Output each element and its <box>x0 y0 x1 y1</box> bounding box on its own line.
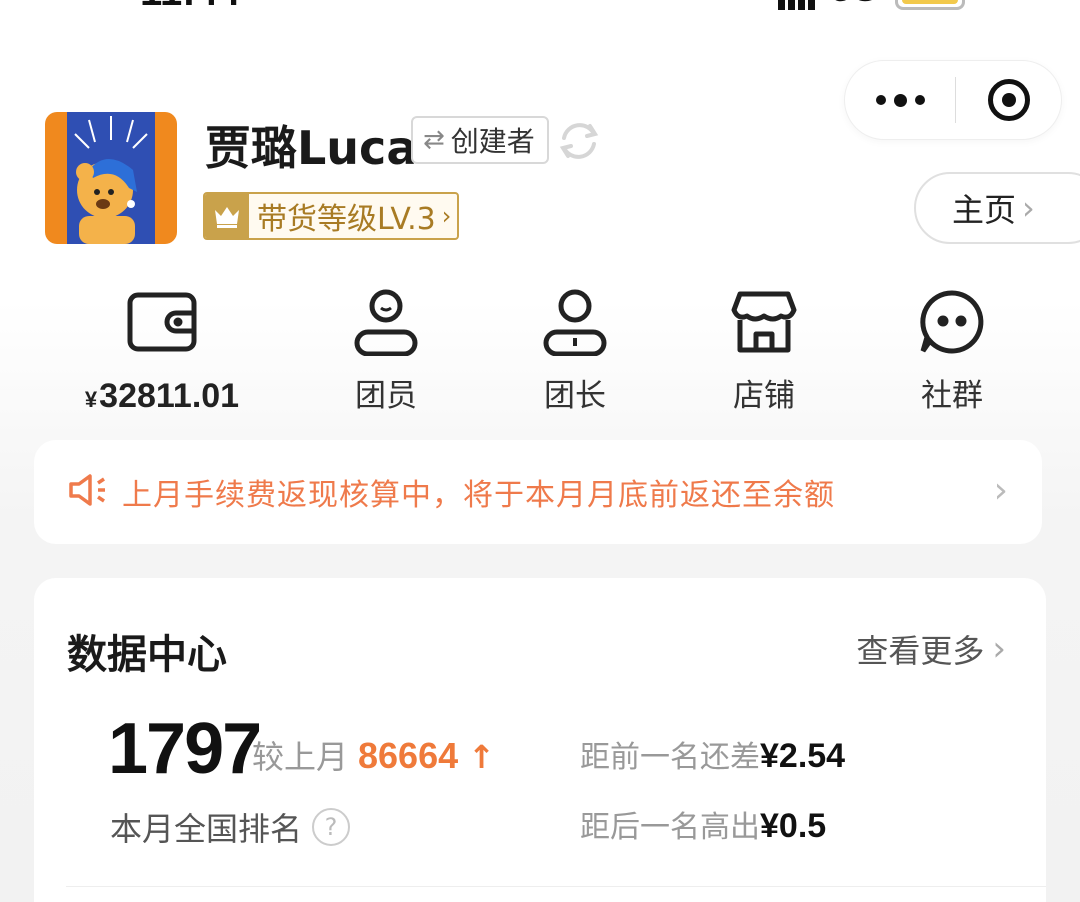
notice-bar[interactable]: 上月手续费返现核算中，将于本月月底前返还至余额 › <box>34 440 1042 544</box>
role-label: 创建者 <box>450 125 535 158</box>
chat-entry[interactable]: 社群 <box>858 282 1046 416</box>
compare-label: 较上月 <box>252 738 349 776</box>
status-indicators: 5G <box>778 0 966 10</box>
speaker-icon <box>68 473 108 511</box>
divider <box>66 886 1046 887</box>
notice-text: 上月手续费返现核算中，将于本月月底前返还至余额 <box>122 478 835 513</box>
store-label: 店铺 <box>733 378 795 414</box>
level-badge[interactable]: 带货等级LV.3 › <box>203 192 460 240</box>
chevron-right-icon: › <box>993 470 1008 511</box>
view-more-link[interactable]: 查看更多 › <box>856 626 1006 672</box>
chevron-right-icon: › <box>1022 189 1035 227</box>
rank-label: 本月全国排名 ? <box>110 804 351 850</box>
chat-icon <box>912 282 992 362</box>
battery-icon <box>895 0 966 10</box>
switch-icon: ⇄ <box>423 125 445 155</box>
signal-icon <box>778 0 815 10</box>
avatar[interactable] <box>45 112 177 244</box>
crown-icon <box>205 194 249 238</box>
wallet-entry[interactable]: ¥32811.01 <box>68 282 256 416</box>
store-entry[interactable]: 店铺 <box>670 282 858 416</box>
help-icon[interactable]: ? <box>312 808 351 846</box>
leader-label: 团长 <box>544 378 606 414</box>
gap-front: 距前一名还差 ¥2.54 <box>580 732 845 776</box>
gap-back: 距后一名高出 ¥0.5 <box>580 802 826 846</box>
role-tag[interactable]: ⇄ 创建者 <box>411 116 549 164</box>
arrow-up-icon: ↑ <box>468 738 495 776</box>
miniprogram-capsule <box>844 60 1062 140</box>
data-center-card: 数据中心 查看更多 › 1797 较上月 86664 ↑ 本月全国排名 ? 距前… <box>34 578 1046 902</box>
leader-icon <box>535 282 615 362</box>
wallet-balance: ¥32811.01 <box>84 377 240 415</box>
chevron-right-icon: › <box>992 629 1006 669</box>
card-title: 数据中心 <box>67 632 227 678</box>
network-label: 5G <box>831 0 879 10</box>
member-label: 团员 <box>355 378 417 414</box>
national-rank: 1797 <box>108 709 262 789</box>
status-time: 11:44 <box>140 0 240 15</box>
member-icon <box>346 282 426 362</box>
chevron-right-icon: › <box>441 202 452 230</box>
store-icon <box>724 282 804 362</box>
wallet-icon <box>122 282 202 362</box>
refresh-icon[interactable] <box>554 116 604 166</box>
gap-back-value: ¥0.5 <box>760 807 827 845</box>
username: 贾璐Luca <box>205 121 418 175</box>
home-button[interactable]: 主页 › <box>914 172 1080 244</box>
gap-front-label: 距前一名还差 <box>580 740 760 775</box>
rank-compare: 较上月 86664 ↑ <box>252 732 495 778</box>
level-label: 带货等级LV.3 <box>257 202 436 237</box>
leader-entry[interactable]: 团长 <box>481 282 669 416</box>
close-target-icon[interactable] <box>956 79 1061 121</box>
view-more-label: 查看更多 <box>856 632 985 670</box>
gap-back-label: 距后一名高出 <box>580 810 760 845</box>
home-button-label: 主页 <box>952 191 1017 229</box>
member-entry[interactable]: 团员 <box>292 282 480 416</box>
chat-label: 社群 <box>921 378 983 414</box>
gap-front-value: ¥2.54 <box>760 737 846 775</box>
more-dots-icon[interactable] <box>845 93 955 107</box>
compare-value: 86664 <box>358 735 459 776</box>
